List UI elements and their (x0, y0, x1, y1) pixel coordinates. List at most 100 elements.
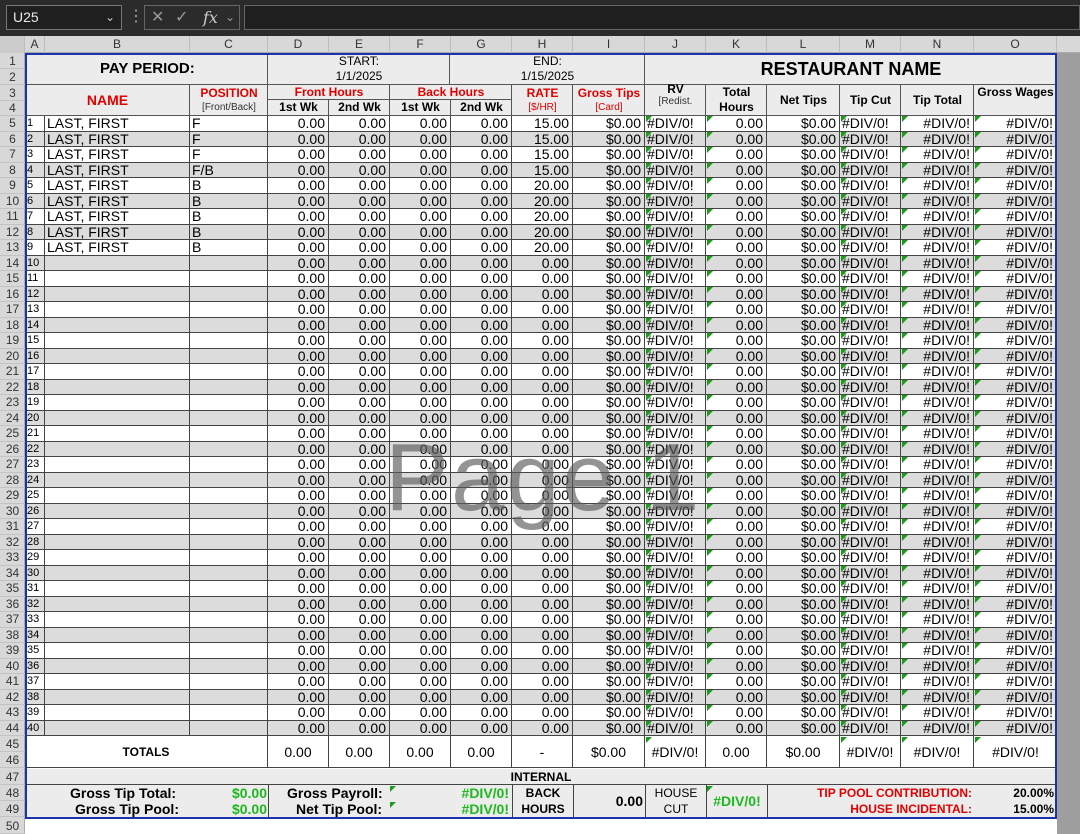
table-cell[interactable]: 0.00 (268, 209, 329, 225)
table-cell[interactable]: $0.00 (767, 379, 840, 396)
row-header[interactable]: 14 (0, 256, 25, 271)
end-cell[interactable]: END: 1/15/2025 (450, 53, 645, 85)
table-cell[interactable]: #DIV/0! (645, 612, 706, 628)
table-cell[interactable]: #DIV/0! (840, 255, 901, 272)
table-cell[interactable]: #DIV/0! (901, 720, 974, 737)
table-cell[interactable]: $0.00 (767, 395, 840, 411)
table-row[interactable]: 30 0.00 0.00 0.00 0.00 0.00 $0.00 #DIV/0! 0.00 $0… (25, 565, 1057, 582)
table-cell[interactable]: $0.00 (573, 596, 645, 613)
table-cell[interactable]: $0.00 (767, 503, 840, 520)
table-cell[interactable]: #DIV/0! (645, 271, 706, 287)
table-cell[interactable]: 0.00 (329, 720, 390, 737)
front-wk1-header[interactable]: 1st Wk (268, 100, 329, 116)
table-cell[interactable]: #DIV/0! (974, 534, 1057, 551)
table-cell[interactable]: #DIV/0! (645, 705, 706, 721)
employee-position[interactable] (190, 395, 268, 411)
table-cell[interactable]: 0.00 (268, 565, 329, 582)
employee-name[interactable] (45, 612, 190, 628)
table-cell[interactable]: 0.00 (329, 612, 390, 628)
table-cell[interactable]: $0.00 (767, 441, 840, 458)
table-cell[interactable]: #DIV/0! (974, 612, 1057, 628)
table-cell[interactable]: #DIV/0! (645, 116, 706, 132)
select-all-corner[interactable] (0, 36, 25, 53)
table-row[interactable]: 36 0.00 0.00 0.00 0.00 0.00 $0.00 #DIV/0! 0.00 $0… (25, 658, 1057, 675)
table-cell[interactable]: $0.00 (767, 658, 840, 675)
table-cell[interactable]: #DIV/0! (645, 643, 706, 659)
row-header[interactable]: 26 (0, 442, 25, 457)
employee-position[interactable] (190, 333, 268, 349)
table-cell[interactable]: 0.00 (706, 116, 767, 132)
table-row[interactable]: 34 0.00 0.00 0.00 0.00 0.00 $0.00 #DIV/0! 0.00 $0… (25, 627, 1057, 644)
employee-name[interactable] (45, 581, 190, 597)
table-cell[interactable]: #DIV/0! (974, 519, 1057, 535)
table-cell[interactable]: 15.00 (512, 131, 573, 148)
table-cell[interactable]: 20.00 (512, 224, 573, 241)
table-cell[interactable]: #DIV/0! (974, 224, 1057, 241)
rv-header[interactable]: RV [Redist. (645, 82, 706, 116)
employee-name[interactable] (45, 488, 190, 504)
row-header[interactable]: 21 (0, 364, 25, 380)
table-cell[interactable]: 0.00 (390, 209, 451, 225)
table-cell[interactable]: 0.00 (390, 395, 451, 411)
table-cell[interactable]: $0.00 (573, 364, 645, 380)
table-cell[interactable]: $0.00 (573, 534, 645, 551)
table-cell[interactable]: #DIV/0! (974, 162, 1057, 179)
column-header-o[interactable]: O (974, 36, 1057, 53)
table-cell[interactable]: 0.00 (451, 286, 512, 303)
employee-position[interactable] (190, 286, 268, 303)
table-cell[interactable]: 0.00 (706, 488, 767, 504)
employee-position[interactable] (190, 612, 268, 628)
chevron-down-icon[interactable]: ⌄ (225, 6, 235, 29)
table-cell[interactable]: 0.00 (329, 348, 390, 365)
table-cell[interactable]: 0.00 (390, 674, 451, 690)
table-cell[interactable]: 0.00 (706, 395, 767, 411)
table-cell[interactable]: 0.00 (329, 658, 390, 675)
table-cell[interactable]: 0.00 (451, 255, 512, 272)
table-cell[interactable]: $0.00 (767, 426, 840, 442)
table-cell[interactable]: $0.00 (767, 255, 840, 272)
table-cell[interactable]: 0.00 (512, 705, 573, 721)
table-cell[interactable]: 0.00 (390, 333, 451, 349)
row-index[interactable]: 1 (25, 116, 45, 132)
table-cell[interactable]: #DIV/0! (840, 302, 901, 318)
table-cell[interactable]: 0.00 (268, 224, 329, 241)
row-header[interactable]: 39 (0, 643, 25, 659)
employee-name[interactable] (45, 565, 190, 582)
employee-name[interactable] (45, 302, 190, 318)
table-cell[interactable]: 0.00 (268, 658, 329, 675)
table-cell[interactable]: $0.00 (573, 333, 645, 349)
table-cell[interactable]: #DIV/0! (901, 147, 974, 163)
table-cell[interactable]: #DIV/0! (974, 271, 1057, 287)
table-cell[interactable]: 0.00 (451, 395, 512, 411)
table-cell[interactable]: 0.00 (512, 612, 573, 628)
table-cell[interactable]: #DIV/0! (901, 162, 974, 179)
table-cell[interactable]: #DIV/0! (840, 131, 901, 148)
table-cell[interactable]: 0.00 (390, 596, 451, 613)
row-header[interactable]: 32 (0, 535, 25, 550)
table-cell[interactable]: $0.00 (767, 534, 840, 551)
row-header[interactable]: 19 (0, 333, 25, 349)
employee-name[interactable] (45, 689, 190, 706)
table-cell[interactable]: #DIV/0! (901, 410, 974, 427)
row-index[interactable]: 16 (25, 348, 45, 365)
table-cell[interactable]: 0.00 (329, 193, 390, 210)
employee-position[interactable]: B (190, 209, 268, 225)
table-cell[interactable]: 0.00 (451, 674, 512, 690)
table-cell[interactable]: $0.00 (767, 178, 840, 194)
table-cell[interactable]: 0.00 (329, 410, 390, 427)
table-cell[interactable]: #DIV/0! (974, 131, 1057, 148)
table-cell[interactable]: $0.00 (767, 147, 840, 163)
table-cell[interactable]: $0.00 (573, 689, 645, 706)
employee-position[interactable] (190, 472, 268, 489)
table-cell[interactable]: #DIV/0! (901, 519, 974, 535)
table-row[interactable]: 37 0.00 0.00 0.00 0.00 0.00 $0.00 #DIV/0! 0.00 $0… (25, 674, 1057, 690)
table-cell[interactable]: 0.00 (706, 612, 767, 628)
table-cell[interactable]: #DIV/0! (645, 550, 706, 566)
employee-name[interactable] (45, 410, 190, 427)
table-cell[interactable]: 0.00 (706, 674, 767, 690)
table-cell[interactable]: $0.00 (767, 317, 840, 334)
table-cell[interactable]: 0.00 (512, 271, 573, 287)
table-cell[interactable]: #DIV/0! (901, 333, 974, 349)
row-header[interactable]: 8 (0, 163, 25, 178)
back-hours-header[interactable]: Back Hours (390, 85, 512, 100)
